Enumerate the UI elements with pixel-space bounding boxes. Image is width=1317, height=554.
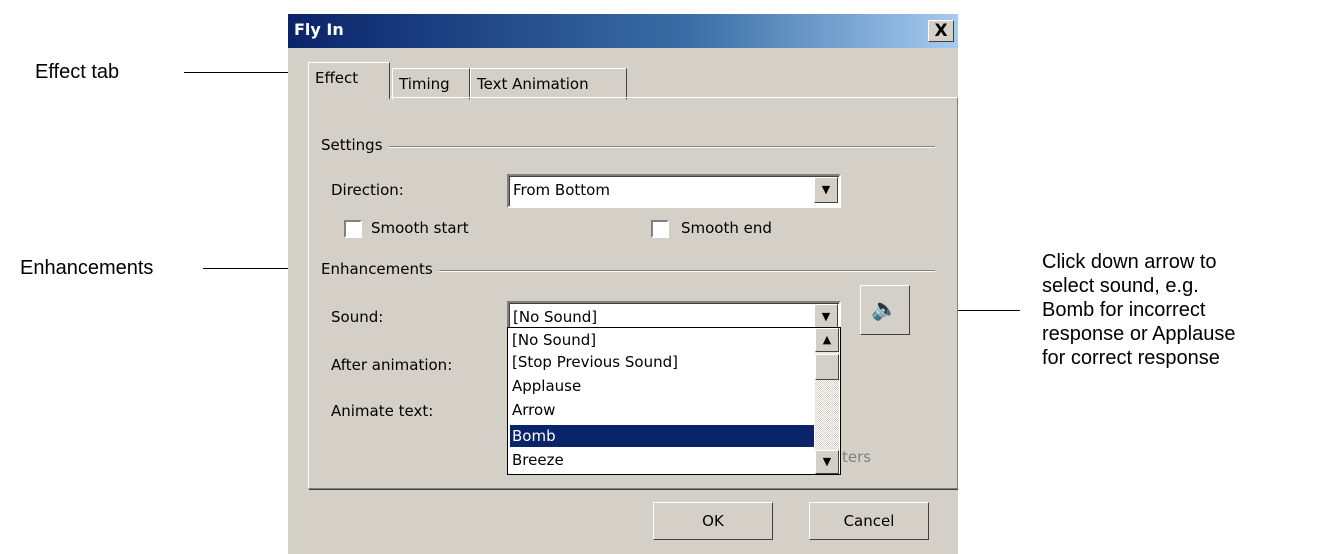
sound-select-value: [No Sound] bbox=[513, 308, 598, 326]
list-item[interactable]: Arrow bbox=[510, 399, 814, 421]
list-item-selected[interactable]: Bomb bbox=[510, 425, 814, 447]
callout-sound-note-line-3: Bomb for incorrect bbox=[1042, 299, 1206, 321]
callout-sound-note-line-5: for correct response bbox=[1042, 347, 1220, 369]
direction-select-value: From Bottom bbox=[513, 181, 610, 199]
smooth-end-label: Smooth end bbox=[681, 219, 772, 237]
direction-label: Direction: bbox=[331, 181, 404, 199]
title-bar[interactable]: Fly In X bbox=[288, 14, 958, 48]
down-arrow-icon: ▼ bbox=[821, 183, 831, 196]
down-arrow-icon: ▼ bbox=[822, 455, 832, 468]
scroll-up-button[interactable]: ▲ bbox=[815, 328, 839, 352]
down-arrow-icon: ▼ bbox=[821, 310, 831, 323]
direction-dropdown-button[interactable]: ▼ bbox=[814, 177, 838, 203]
list-item[interactable]: Breeze bbox=[510, 449, 814, 471]
list-item[interactable]: [No Sound] bbox=[510, 329, 814, 351]
enhancements-group-label: Enhancements bbox=[321, 260, 439, 278]
fly-in-dialog: Fly In X Effect Timing Text Animation Se… bbox=[288, 14, 958, 554]
smooth-start-label: Smooth start bbox=[371, 219, 469, 237]
list-item[interactable]: [Stop Previous Sound] bbox=[510, 351, 814, 373]
dialog-title: Fly In bbox=[294, 20, 344, 39]
tab-effect[interactable]: Effect bbox=[308, 62, 390, 99]
close-button[interactable]: X bbox=[928, 20, 954, 42]
cancel-button[interactable]: Cancel bbox=[809, 502, 929, 540]
callout-sound-note: Click down arrow to select sound, e.g. B… bbox=[1042, 250, 1235, 370]
list-scrollbar[interactable]: ▲ ▼ bbox=[815, 328, 839, 474]
callout-sound-note-line-4: response or Applause bbox=[1042, 323, 1236, 345]
settings-group-label: Settings bbox=[321, 136, 389, 154]
smooth-start-checkbox[interactable] bbox=[344, 220, 362, 238]
tab-timing[interactable]: Timing bbox=[392, 68, 470, 100]
tab-text-animation[interactable]: Text Animation bbox=[470, 68, 627, 100]
callout-sound-note-line-1: Click down arrow to bbox=[1042, 251, 1217, 273]
list-item[interactable]: Applause bbox=[510, 375, 814, 397]
direction-select[interactable]: From Bottom ▼ bbox=[507, 174, 841, 208]
close-icon: X bbox=[934, 21, 948, 41]
animate-text-fragment: ters bbox=[842, 448, 872, 466]
sound-options-list[interactable]: [No Sound] [Stop Previous Sound] Applaus… bbox=[507, 327, 841, 475]
callout-enhancements: Enhancements bbox=[20, 257, 154, 279]
ok-button[interactable]: OK bbox=[653, 502, 773, 540]
scroll-down-button[interactable]: ▼ bbox=[815, 450, 839, 474]
callout-effect-tab: Effect tab bbox=[35, 61, 120, 83]
animate-text-label: Animate text: bbox=[331, 402, 434, 420]
callout-sound-note-line-2: select sound, e.g. bbox=[1042, 275, 1199, 297]
smooth-end-checkbox[interactable] bbox=[651, 220, 669, 238]
settings-group-line bbox=[321, 146, 935, 148]
after-animation-label: After animation: bbox=[331, 356, 453, 374]
sound-label: Sound: bbox=[331, 308, 384, 326]
scroll-thumb[interactable] bbox=[815, 354, 839, 380]
up-arrow-icon: ▲ bbox=[822, 333, 832, 346]
